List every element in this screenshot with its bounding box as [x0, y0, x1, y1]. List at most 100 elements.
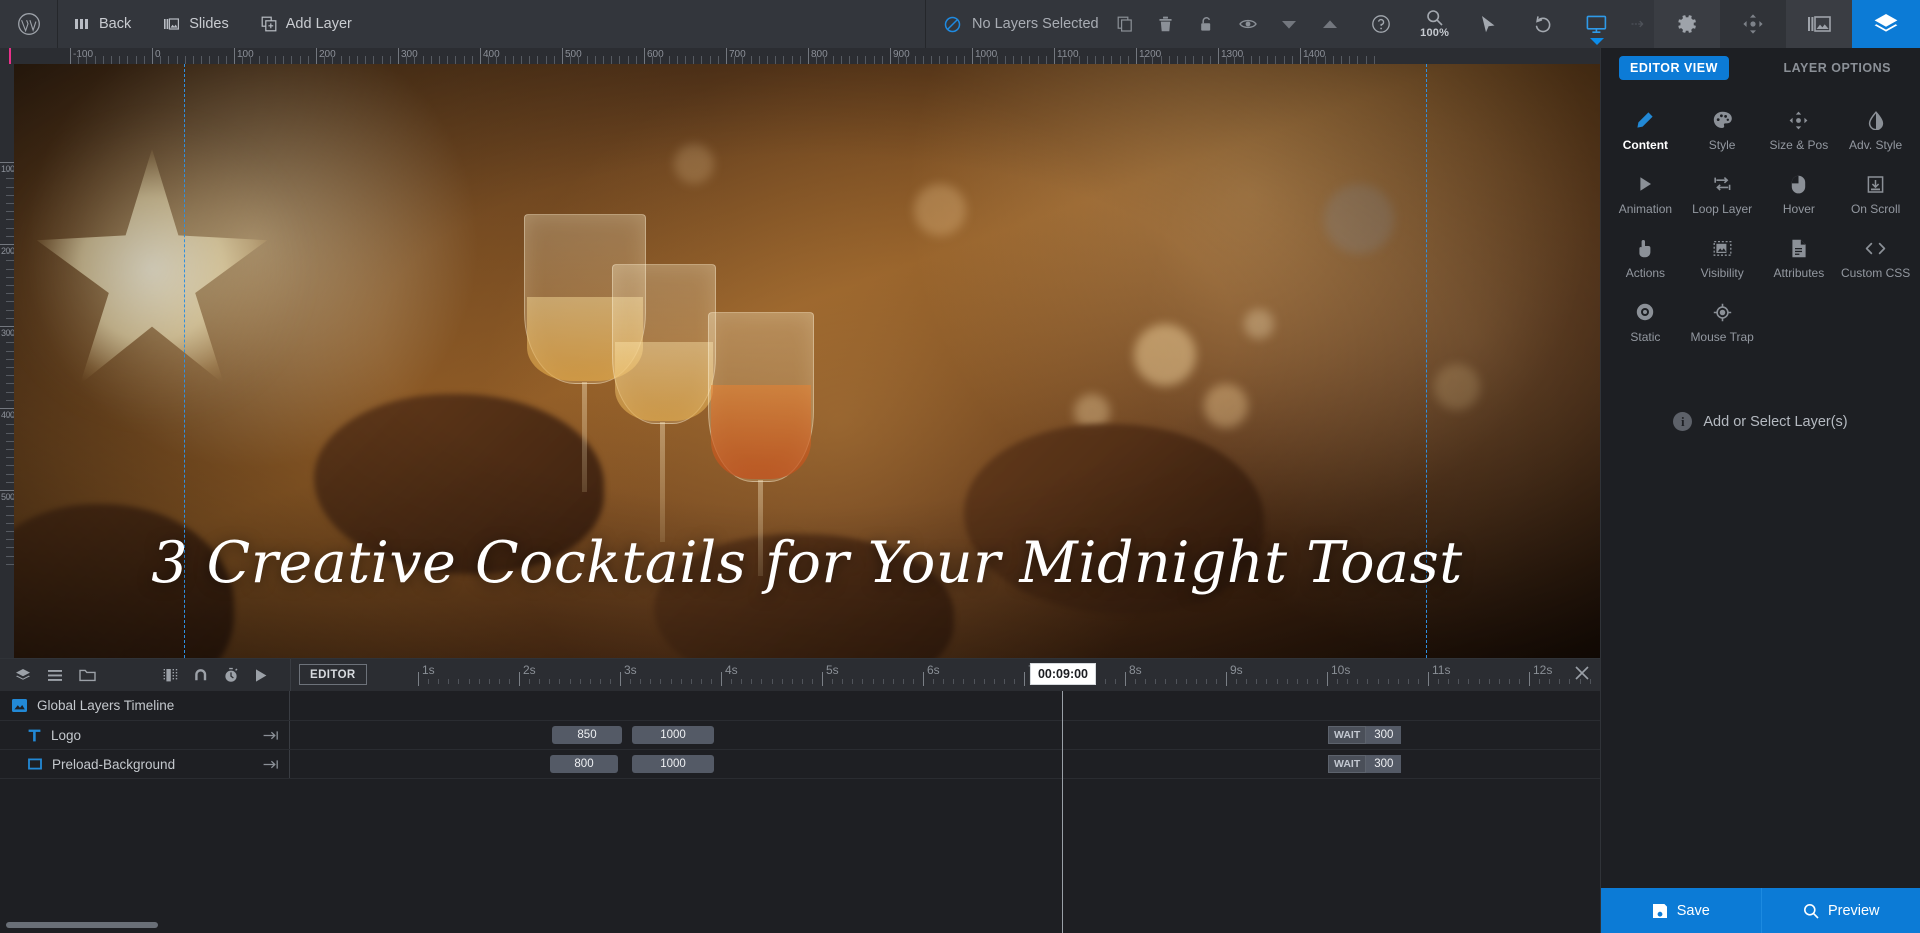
- timeline-editor-badge[interactable]: EDITOR: [299, 664, 367, 685]
- timeline-row[interactable]: Logo 850 1000 WAIT 300: [0, 721, 1600, 750]
- ruler-minor-tick: [6, 309, 14, 311]
- option-actions[interactable]: Actions: [1607, 228, 1684, 292]
- magnet-icon[interactable]: [188, 662, 214, 688]
- slide-canvas[interactable]: 3 Creative Cocktails for Your Midnight T…: [14, 64, 1600, 658]
- trash-icon[interactable]: [1151, 7, 1181, 41]
- timeline-minor-tick: [902, 679, 904, 684]
- layers-panel-button[interactable]: [1852, 0, 1920, 48]
- timeline-bar[interactable]: 850: [552, 726, 622, 744]
- wait-chip[interactable]: WAIT 300: [1328, 726, 1402, 744]
- option-label: Animation: [1618, 202, 1673, 216]
- droplet-icon: [1868, 110, 1884, 130]
- preview-button[interactable]: Preview: [1760, 888, 1920, 933]
- ruler-minor-tick: [1127, 56, 1129, 64]
- ruler-tick: [0, 162, 14, 163]
- horizontal-ruler[interactable]: -100 0 100 200 300 400 500 600 700 800 900 1000 1100…: [0, 48, 1600, 64]
- play-icon: [1638, 174, 1653, 194]
- option-attributes[interactable]: Attributes: [1761, 228, 1838, 292]
- navigator-panel-button[interactable]: [1720, 0, 1786, 48]
- settings-panel-button[interactable]: [1654, 0, 1720, 48]
- layers-stack-icon[interactable]: [10, 662, 36, 688]
- tab-layer-options[interactable]: LAYER OPTIONS: [1773, 56, 1902, 80]
- timeline-track[interactable]: 850 1000 WAIT 300: [290, 721, 1600, 749]
- timeline-track[interactable]: [290, 691, 1600, 720]
- snap-grid-icon[interactable]: [158, 662, 184, 688]
- ruler-minor-tick: [389, 56, 391, 64]
- eye-icon[interactable]: [1233, 7, 1263, 41]
- ruler-minor-tick: [1004, 56, 1006, 64]
- wordpress-logo[interactable]: [0, 0, 58, 48]
- timeline-minor-tick: [539, 679, 541, 684]
- jump-to-end-icon[interactable]: [263, 730, 279, 741]
- jump-to-end-icon[interactable]: [263, 759, 279, 770]
- chevron-down-icon[interactable]: [1274, 7, 1304, 41]
- undo-button[interactable]: [1517, 0, 1569, 48]
- option-custom-css[interactable]: Custom CSS: [1837, 228, 1914, 292]
- current-time-badge[interactable]: 00:09:00: [1029, 663, 1097, 685]
- timeline-minor-tick: [710, 679, 712, 684]
- ruler-minor-tick: [6, 531, 14, 532]
- folder-icon[interactable]: [74, 662, 100, 688]
- ruler-minor-tick: [750, 56, 752, 64]
- close-icon[interactable]: [1574, 665, 1590, 681]
- wait-chip[interactable]: WAIT 300: [1328, 755, 1402, 773]
- ruler-minor-tick: [676, 56, 678, 64]
- timeline-minor-tick: [468, 679, 470, 684]
- timeline-minor-tick: [428, 679, 430, 684]
- option-adv-style[interactable]: Adv. Style: [1837, 100, 1914, 164]
- option-visibility[interactable]: Visibility: [1684, 228, 1761, 292]
- option-style[interactable]: Style: [1684, 100, 1761, 164]
- timeline-time-label: 2s: [523, 663, 536, 677]
- timeline-minor-tick: [630, 679, 632, 684]
- timeline-minor-tick: [1589, 679, 1591, 684]
- timeline-ruler[interactable]: EDITOR 00:09:00 1s2s3s4s5s6s7s8s9s10s11s…: [290, 659, 1600, 691]
- wait-value: 300: [1366, 755, 1402, 773]
- monitor-preview-button[interactable]: [1571, 0, 1623, 48]
- option-content[interactable]: Content: [1607, 100, 1684, 164]
- timeline-row[interactable]: Global Layers Timeline: [0, 691, 1600, 721]
- ruler-minor-tick: [1291, 56, 1293, 64]
- headline-text-layer[interactable]: 3 Creative Cocktails for Your Midnight T…: [14, 530, 1600, 596]
- play-icon[interactable]: [248, 662, 274, 688]
- ruler-minor-tick: [160, 56, 162, 64]
- cursor-tool-button[interactable]: [1463, 0, 1515, 48]
- visibility-icon: [1713, 238, 1732, 258]
- vertical-ruler[interactable]: 100 200 300 400 500: [0, 64, 14, 658]
- layer-name-cell[interactable]: Global Layers Timeline: [0, 691, 290, 720]
- duplicate-icon[interactable]: [1110, 7, 1140, 41]
- timeline-minor-tick: [943, 679, 945, 684]
- timeline-bar[interactable]: 1000: [632, 726, 714, 744]
- tab-editor-view[interactable]: EDITOR VIEW: [1619, 56, 1729, 80]
- option-loop-layer[interactable]: Loop Layer: [1684, 164, 1761, 228]
- playhead[interactable]: [1062, 691, 1063, 933]
- stopwatch-icon[interactable]: [218, 662, 244, 688]
- help-button[interactable]: [1355, 0, 1407, 48]
- slides-panel-button[interactable]: [1786, 0, 1852, 48]
- option-mouse-trap[interactable]: Mouse Trap: [1684, 292, 1761, 356]
- layer-name-cell[interactable]: Logo: [0, 721, 290, 749]
- back-button[interactable]: Back: [58, 0, 147, 48]
- ruler-minor-tick: [586, 56, 588, 64]
- option-on-scroll[interactable]: On Scroll: [1837, 164, 1914, 228]
- save-button[interactable]: Save: [1601, 888, 1761, 933]
- timeline-minor-tick: [1377, 679, 1379, 684]
- timeline-panel: EDITOR 00:09:00 1s2s3s4s5s6s7s8s9s10s11s…: [0, 658, 1600, 933]
- chevron-up-icon[interactable]: [1315, 7, 1345, 41]
- option-animation[interactable]: Animation: [1607, 164, 1684, 228]
- timeline-bar[interactable]: 800: [550, 755, 618, 773]
- zoom-level-button[interactable]: 100%: [1409, 0, 1461, 48]
- add-layer-button[interactable]: Add Layer: [245, 0, 368, 48]
- layer-name-cell[interactable]: Preload-Background: [0, 750, 290, 778]
- timeline-row[interactable]: Preload-Background 800 1000 WAIT 300: [0, 750, 1600, 779]
- list-icon[interactable]: [42, 662, 68, 688]
- ruler-minor-tick: [709, 56, 711, 64]
- timeline-track[interactable]: 800 1000 WAIT 300: [290, 750, 1600, 778]
- timeline-bar[interactable]: 1000: [632, 755, 714, 773]
- timeline-scrollbar[interactable]: [0, 922, 1600, 928]
- option-hover[interactable]: Hover: [1761, 164, 1838, 228]
- unlock-icon[interactable]: [1192, 7, 1222, 41]
- option-static[interactable]: Static: [1607, 292, 1684, 356]
- option-size-pos[interactable]: Size & Pos: [1761, 100, 1838, 164]
- slides-button[interactable]: Slides: [147, 0, 245, 48]
- scrollbar-thumb[interactable]: [6, 922, 158, 928]
